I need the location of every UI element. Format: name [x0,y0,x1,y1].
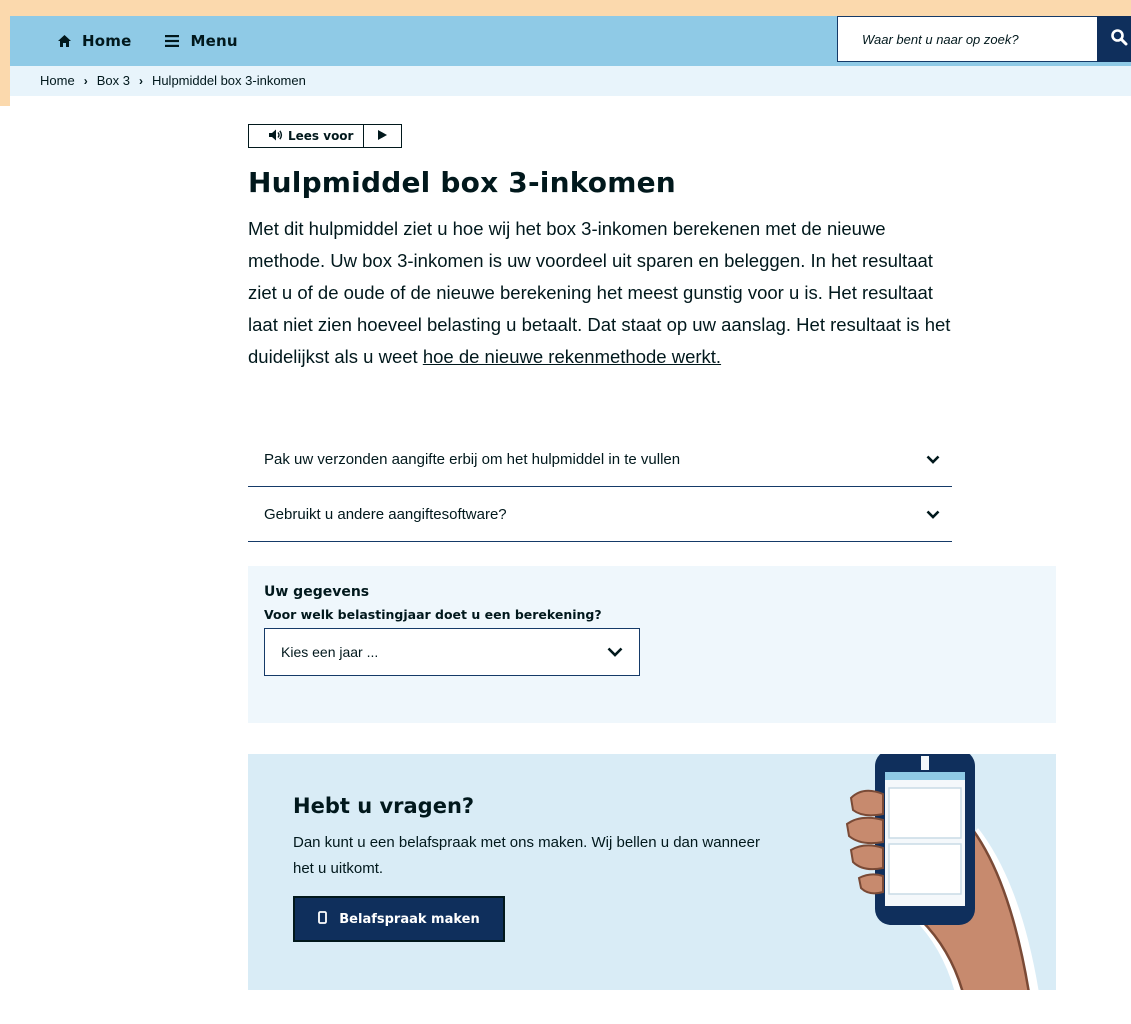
intro-paragraph: Met dit hulpmiddel ziet u hoe wij het bo… [248,213,960,373]
site-header: Home Menu [10,16,1131,66]
vragen-panel: Hebt u vragen? Dan kunt u een belafspraa… [248,754,1056,990]
read-aloud-button[interactable]: Lees voor [249,125,363,147]
intro-text: Met dit hulpmiddel ziet u hoe wij het bo… [248,218,951,367]
breadcrumb-separator: › [83,73,88,88]
search-input[interactable] [837,16,1097,62]
accordion-item-label: Pak uw verzonden aangifte erbij om het h… [264,450,681,468]
gegevens-title: Uw gegevens [264,584,370,600]
nav-home-link[interactable]: Home [56,32,131,50]
play-icon [378,129,388,143]
accordion-item-aangifte[interactable]: Pak uw verzonden aangifte erbij om het h… [248,432,952,487]
search-button[interactable] [1097,16,1131,62]
hamburger-icon [164,33,180,49]
belastingjaar-select[interactable]: Kies een jaar ... [264,628,640,676]
read-aloud-label: Lees voor [288,129,354,143]
page-title: Hulpmiddel box 3-inkomen [248,166,676,199]
breadcrumb-separator: › [138,73,143,88]
belafspraak-label: Belafspraak maken [339,911,480,927]
read-aloud-widget: Lees voor [248,124,403,148]
gegevens-panel: Uw gegevens Voor welk belastingjaar doet… [248,566,1056,723]
vragen-text: Dan kunt u een belafspraak met ons maken… [293,834,760,877]
chevron-down-icon [926,506,940,523]
search-icon [1110,28,1128,50]
nav-menu-label: Menu [190,32,238,50]
accordion-item-software[interactable]: Gebruikt u andere aangiftesoftware? [248,487,952,542]
belafspraak-button[interactable]: Belafspraak maken [293,896,505,942]
breadcrumb-current: Hulpmiddel box 3-inkomen [151,73,306,88]
nav-menu-button[interactable]: Menu [164,32,238,50]
accordion: Pak uw verzonden aangifte erbij om het h… [248,432,952,542]
chevron-down-icon [926,451,940,468]
nav-home-label: Home [82,32,132,50]
window-frame-left [0,0,10,106]
phone-in-hand-illustration [843,754,1039,990]
breadcrumb: Home › Box 3 › Hulpmiddel box 3-inkomen [40,73,306,88]
read-aloud-play-button[interactable] [363,125,401,147]
chevron-down-icon [607,644,623,660]
belastingjaar-label: Voor welk belastingjaar doet u een berek… [264,607,602,622]
accordion-item-label: Gebruikt u andere aangiftesoftware? [264,505,507,523]
home-icon [56,33,72,49]
speaker-icon [269,129,283,144]
rekenmethode-link[interactable]: hoe de nieuwe rekenmethode werkt. [423,346,721,367]
breadcrumb-box3[interactable]: Box 3 [97,73,130,88]
phone-icon [318,910,328,928]
select-value: Kies een jaar ... [281,644,379,660]
breadcrumb-home[interactable]: Home [40,73,75,88]
main-content: Lees voor Hulpmiddel box 3-inkomen Met d… [248,124,1058,990]
window-frame-top [0,0,1131,16]
